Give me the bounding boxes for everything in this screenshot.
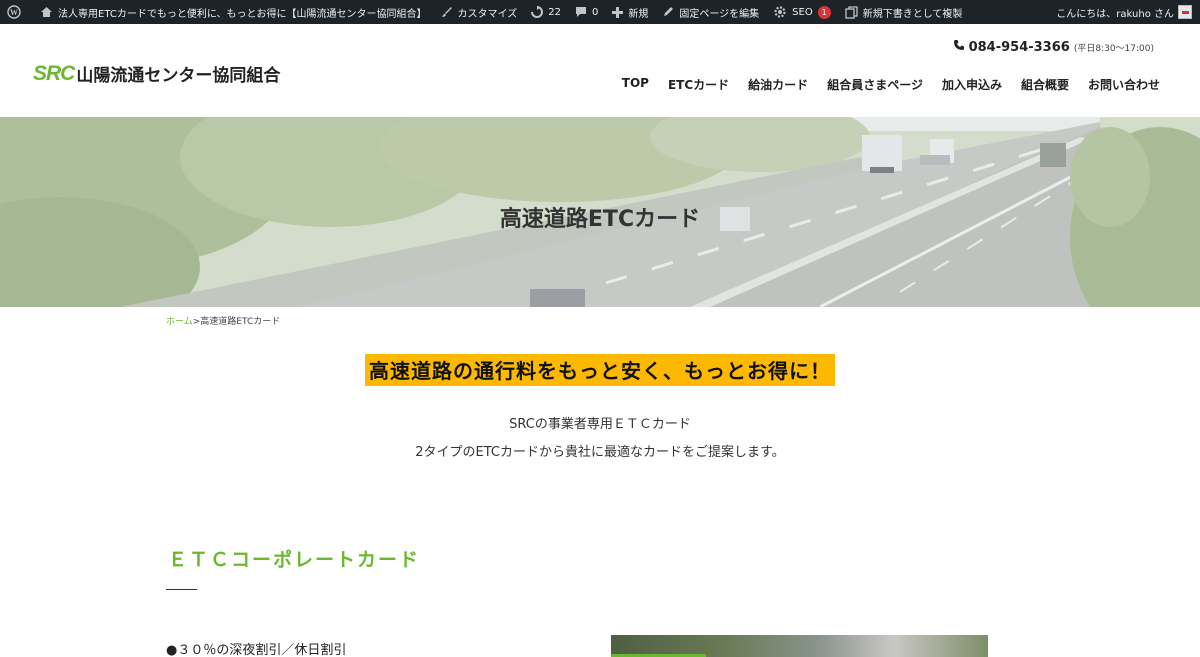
page-headline: 高速道路の通行料をもっと安く、もっとお得に！ [0,354,1200,386]
section-photo [611,635,988,657]
nav-contact[interactable]: お問い合わせ [1088,76,1160,93]
logo-mark: SRC [33,61,75,85]
nav-member-page[interactable]: 組合員さまページ [827,76,923,93]
hero-banner: 高速道路ETCカード [0,117,1200,307]
seo-menu[interactable]: SEO 1 [766,0,838,24]
my-account-menu[interactable]: こんにちは、rakuho さん [1049,0,1200,24]
pencil-icon [664,7,674,16]
breadcrumb-home-link[interactable]: ホーム [166,317,193,327]
updates-count: 22 [548,6,561,18]
nav-etc-card[interactable]: ETCカード [668,76,729,93]
admin-bar: W 法人専用ETCカードでもっと便利に、もっとお得に【山陽流通センター協同組合】… [0,0,1200,24]
comments-count: 0 [591,6,599,18]
seo-notification-badge: 1 [817,5,831,19]
section-title: ＥＴＣコーポレートカード [168,549,421,571]
headline-highlight: 高速道路の通行料をもっと安く、もっとお得に！ [365,354,835,386]
comment-icon [575,7,586,17]
nav-about[interactable]: 組合概要 [1021,76,1069,93]
nav-top[interactable]: TOP [622,76,649,93]
edit-page-label: 固定ページを編集 [679,8,760,20]
comments-link[interactable]: 0 [568,0,605,24]
intro-line-2: 2タイプのETCカードから貴社に最適なカードをご提案します。 [415,445,785,460]
hero-title: 高速道路ETCカード [499,207,701,232]
new-label: 新規 [628,8,649,20]
home-icon [41,7,52,17]
updates-icon [531,6,544,18]
feature-item: ●３０％の深夜割引／休日割引 [166,643,347,657]
svg-text:W: W [10,8,18,17]
duplicate-icon [845,5,858,19]
breadcrumb-current: 高速道路ETCカード [200,317,281,327]
nav-application[interactable]: 加入申込み [942,76,1002,93]
intro-line-1: SRCの事業者専用ＥＴＣカード [509,417,691,432]
wordpress-logo-icon[interactable]: W [0,0,33,24]
logo-text: 山陽流通センター協同組合 [76,66,281,86]
contact-phone: 084-954-3366 (平日8:30～17:00) [953,39,1154,55]
phone-icon [953,40,964,50]
duplicate-draft-label: 新規下書きとして複製 [862,8,963,20]
seo-label: SEO [792,6,813,18]
phone-hours: (平日8:30～17:00) [1073,44,1154,54]
main-nav: TOP ETCカード 給油カード 組合員さまページ 加入申込み 組合概要 お問い… [603,76,1160,93]
greeting-text: こんにちは、rakuho さん [1056,8,1174,20]
intro-text: SRCの事業者専用ＥＴＣカード 2タイプのETCカードから貴社に最適なカードをご… [0,411,1200,467]
nav-fuel-card[interactable]: 給油カード [748,76,808,93]
customize-link[interactable]: カスタマイズ [434,0,525,24]
plus-icon [612,6,624,18]
updates-link[interactable]: 22 [524,0,568,24]
gear-icon [774,6,786,18]
edit-page-link[interactable]: 固定ページを編集 [655,0,766,24]
avatar [1178,5,1192,19]
phone-number[interactable]: 084-954-3366 [969,40,1070,55]
brush-icon [441,7,452,17]
section-divider [166,589,197,590]
customize-label: カスタマイズ [457,8,518,20]
site-title-text: 法人専用ETCカードでもっと便利に、もっとお得に【山陽流通センター協同組合】 [58,8,427,20]
site-header: SRC 山陽流通センター協同組合 084-954-3366 (平日8:30～17… [0,24,1200,117]
new-content-link[interactable]: 新規 [605,0,655,24]
breadcrumb: ホーム>高速道路ETCカード [166,314,280,327]
duplicate-draft-link[interactable]: 新規下書きとして複製 [838,0,970,24]
site-logo[interactable]: SRC 山陽流通センター協同組合 [33,61,281,87]
site-name-link[interactable]: 法人専用ETCカードでもっと便利に、もっとお得に【山陽流通センター協同組合】 [33,0,434,24]
